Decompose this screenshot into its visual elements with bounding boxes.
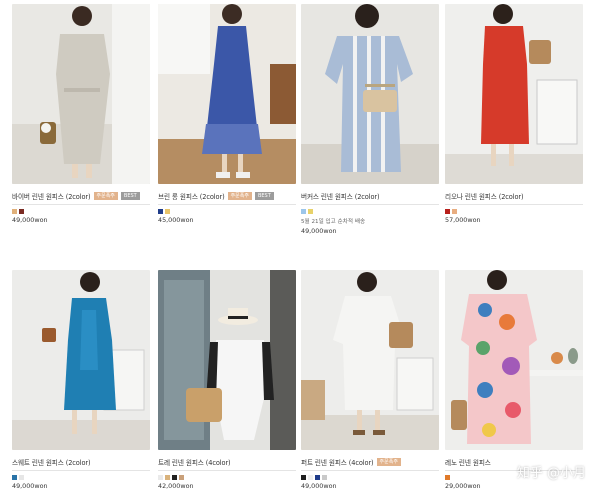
color-swatch[interactable]: [19, 475, 24, 480]
color-swatch[interactable]: [322, 475, 327, 480]
color-swatches: [12, 475, 150, 480]
color-swatches: [158, 209, 296, 214]
color-swatch[interactable]: [179, 475, 184, 480]
color-swatches: [12, 209, 150, 214]
color-swatch[interactable]: [452, 209, 457, 214]
product-image[interactable]: [12, 4, 150, 184]
product-image[interactable]: [158, 270, 296, 450]
color-swatch[interactable]: [158, 209, 163, 214]
order-rush-badge: 주문폭주: [227, 192, 252, 200]
product-name[interactable]: 브린 롱 원피스 (2color): [158, 191, 225, 201]
divider: [12, 470, 150, 471]
product-image[interactable]: [12, 270, 150, 450]
product-price: 49,000won: [12, 216, 48, 224]
product-price: 49,000won: [301, 227, 337, 235]
divider: [301, 204, 439, 205]
product-name[interactable]: 바이버 린넨 원피스 (2color): [12, 191, 91, 201]
product-price: 42,000won: [158, 482, 194, 490]
product-name[interactable]: 리오나 린넨 원피스 (2color): [445, 191, 524, 201]
product-image[interactable]: [158, 4, 296, 184]
color-swatch[interactable]: [165, 209, 170, 214]
product-name[interactable]: 스웨트 린넨 원피스 (2color): [12, 457, 91, 467]
color-swatch[interactable]: [308, 475, 313, 480]
product-card[interactable]: 트레 린넨 원피스 (4color) 42,000won: [158, 270, 296, 490]
product-price: 57,000won: [445, 216, 481, 224]
product-image[interactable]: [445, 270, 583, 450]
product-name[interactable]: 트레 린넨 원피스 (4color): [158, 457, 231, 467]
color-swatch[interactable]: [172, 475, 177, 480]
order-rush-badge: 주문폭주: [93, 192, 118, 200]
product-image[interactable]: [301, 270, 439, 450]
product-price: 29,000won: [445, 482, 481, 490]
color-swatch[interactable]: [158, 475, 163, 480]
product-card[interactable]: 바이버 린넨 원피스 (2color) 주문폭주 BEST 49,000won: [12, 4, 150, 224]
divider: [158, 470, 296, 471]
product-image[interactable]: [445, 4, 583, 184]
color-swatch[interactable]: [165, 475, 170, 480]
color-swatch[interactable]: [12, 475, 17, 480]
color-swatch[interactable]: [19, 209, 24, 214]
color-swatch[interactable]: [301, 475, 306, 480]
best-badge: BEST: [120, 192, 140, 200]
divider: [301, 470, 439, 471]
color-swatch[interactable]: [301, 209, 306, 214]
product-card[interactable]: 브린 롱 원피스 (2color) 주문폭주 BEST 45,000won: [158, 4, 296, 224]
shipping-note: 5월 21일 입고 순차적 배송: [301, 219, 366, 225]
product-card[interactable]: 스웨트 린넨 원피스 (2color) 49,000won: [12, 270, 150, 490]
color-swatch[interactable]: [12, 209, 17, 214]
color-swatches: [158, 475, 296, 480]
product-price: 49,000won: [12, 482, 48, 490]
divider: [12, 204, 150, 205]
watermark: 知乎 @小月: [516, 466, 586, 481]
product-name[interactable]: 퍼트 린넨 원피스 (4color): [301, 457, 374, 467]
product-name[interactable]: 레노 린넨 원피스: [445, 457, 491, 467]
product-price: 45,000won: [158, 216, 194, 224]
divider: [158, 204, 296, 205]
color-swatch[interactable]: [445, 209, 450, 214]
product-name[interactable]: 버커스 린넨 원피스 (2color): [301, 191, 380, 201]
order-rush-badge: 주문폭주: [376, 458, 401, 466]
product-card[interactable]: 퍼트 린넨 원피스 (4color) 주문폭주 49,000won: [301, 270, 439, 490]
product-card[interactable]: 레노 린넨 원피스 29,000won: [445, 270, 583, 490]
product-price: 49,000won: [301, 482, 337, 490]
best-badge: BEST: [254, 192, 274, 200]
product-card[interactable]: 버커스 린넨 원피스 (2color) 5월 21일 입고 순차적 배송 49,…: [301, 4, 439, 235]
color-swatches: [301, 209, 439, 214]
product-card[interactable]: 리오나 린넨 원피스 (2color) 57,000won: [445, 4, 583, 224]
color-swatches: [301, 475, 439, 480]
product-image[interactable]: [301, 4, 439, 184]
color-swatch[interactable]: [308, 209, 313, 214]
color-swatch[interactable]: [315, 475, 320, 480]
color-swatches: [445, 209, 583, 214]
divider: [445, 204, 583, 205]
color-swatch[interactable]: [445, 475, 450, 480]
